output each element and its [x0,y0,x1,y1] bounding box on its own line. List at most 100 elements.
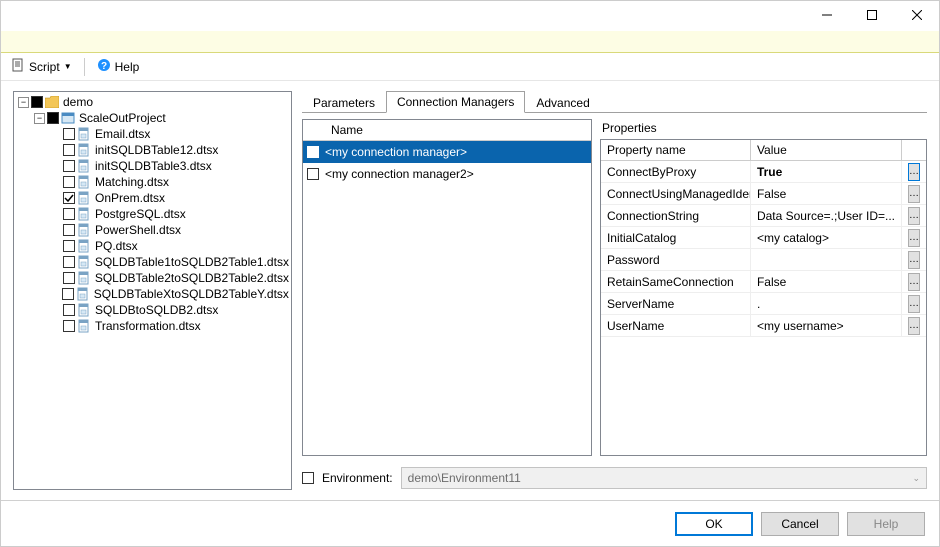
package-checkbox[interactable] [63,224,75,236]
checkbox-mixed[interactable] [31,96,43,108]
property-value-cell[interactable]: . [751,293,902,314]
collapse-toggle-icon[interactable]: − [34,113,45,124]
property-value-cell[interactable]: <my username> [751,315,902,336]
package-checkbox[interactable] [62,288,73,300]
cancel-button[interactable]: Cancel [761,512,839,536]
package-checkbox[interactable] [63,256,75,268]
tree-package-row[interactable]: PowerShell.dtsx [50,222,291,238]
toggle-spacer [50,321,61,332]
tab-strip: Parameters Connection Managers Advanced [302,91,927,113]
ellipsis-button[interactable]: … [908,207,920,225]
tree-package-row[interactable]: SQLDBTable1toSQLDB2Table1.dtsx [50,254,291,270]
collapse-toggle-icon[interactable]: − [18,97,29,108]
property-value-cell[interactable]: False [751,271,902,292]
property-name-cell: UserName [601,315,751,336]
package-checkbox[interactable] [63,272,75,284]
ellipsis-button[interactable]: … [908,317,920,335]
tree-package-row[interactable]: PQ.dtsx [50,238,291,254]
property-row[interactable]: Password… [601,249,926,271]
tree-package-row[interactable]: SQLDBTable2toSQLDB2Table2.dtsx [50,270,291,286]
package-icon [77,159,91,173]
toggle-spacer [50,161,61,172]
tree-item-label: initSQLDBTable3.dtsx [93,158,214,174]
checkbox-mixed[interactable] [47,112,59,124]
package-checkbox[interactable] [63,240,75,252]
package-checkbox[interactable] [63,144,75,156]
minimize-button[interactable] [804,1,849,29]
property-row[interactable]: ServerName.… [601,293,926,315]
property-value-cell[interactable]: Data Source=.;User ID=... [751,205,902,226]
tree-item-label: PQ.dtsx [93,238,140,254]
tree-package-row[interactable]: PostgreSQL.dtsx [50,206,291,222]
script-button[interactable]: Script ▼ [7,56,76,77]
toggle-spacer [50,257,61,268]
ellipsis-button[interactable]: … [908,251,920,269]
tree-root-row[interactable]: − demo [18,94,291,110]
property-row[interactable]: RetainSameConnectionFalse… [601,271,926,293]
toggle-spacer [50,305,61,316]
package-icon [77,319,91,333]
package-icon [77,255,91,269]
property-row[interactable]: ConnectionStringData Source=.;User ID=..… [601,205,926,227]
ellipsis-button[interactable]: … [908,163,920,181]
tree-package-row[interactable]: SQLDBtoSQLDB2.dtsx [50,302,291,318]
col-property-value[interactable]: Value [751,140,902,160]
connection-checkbox[interactable] [307,168,319,180]
package-icon [77,191,91,205]
maximize-button[interactable] [849,1,894,29]
package-checkbox[interactable] [63,160,75,172]
package-checkbox[interactable] [63,192,75,204]
property-row[interactable]: ConnectUsingManagedIdentityFalse… [601,183,926,205]
tree-package-row[interactable]: Matching.dtsx [50,174,291,190]
ok-button[interactable]: OK [675,512,753,536]
tree-package-row[interactable]: SQLDBTableXtoSQLDB2TableY.dtsx [50,286,291,302]
tree-package-row[interactable]: OnPrem.dtsx [50,190,291,206]
property-value-cell[interactable] [751,249,902,270]
tree-project-row[interactable]: − ScaleOutProject [34,110,291,126]
tab-connection-managers[interactable]: Connection Managers [386,91,525,113]
ellipsis-button[interactable]: … [908,185,920,203]
project-icon [61,111,75,125]
help-footer-button[interactable]: Help [847,512,925,536]
close-button[interactable] [894,1,939,29]
ellipsis-button[interactable]: … [908,273,920,291]
help-button[interactable]: ? Help [93,56,144,77]
tree-package-row[interactable]: initSQLDBTable3.dtsx [50,158,291,174]
dropdown-caret-icon: ▼ [64,62,72,71]
environment-checkbox[interactable] [302,472,314,484]
toggle-spacer [50,241,61,252]
properties-pane: Properties Property name Value ConnectBy… [600,119,927,456]
package-checkbox[interactable] [63,208,75,220]
environment-row: Environment: demo\Environment11 ⌄ [302,466,927,490]
connection-checkbox[interactable] [307,146,319,158]
connection-list-pane: Name <my connection manager><my connecti… [302,119,592,456]
connection-row[interactable]: <my connection manager> [303,141,591,163]
property-row[interactable]: InitialCatalog<my catalog>… [601,227,926,249]
connection-row[interactable]: <my connection manager2> [303,163,591,185]
tab-parameters[interactable]: Parameters [302,92,386,113]
package-icon [77,239,91,253]
property-row[interactable]: ConnectByProxyTrue… [601,161,926,183]
property-value-cell[interactable]: True [751,161,902,182]
property-value-cell[interactable]: <my catalog> [751,227,902,248]
tree-item-label: Email.dtsx [93,126,152,142]
tree-package-row[interactable]: Transformation.dtsx [50,318,291,334]
tree-item-label: PostgreSQL.dtsx [93,206,188,222]
environment-select[interactable]: demo\Environment11 ⌄ [401,467,927,489]
col-property-name[interactable]: Property name [601,140,751,160]
tree-package-row[interactable]: Email.dtsx [50,126,291,142]
property-action-cell: … [902,227,926,248]
tab-advanced[interactable]: Advanced [525,92,600,113]
package-checkbox[interactable] [63,304,75,316]
package-checkbox[interactable] [63,320,75,332]
tree-package-row[interactable]: initSQLDBTable12.dtsx [50,142,291,158]
package-checkbox[interactable] [63,176,75,188]
ellipsis-button[interactable]: … [908,295,920,313]
property-value-cell[interactable]: False [751,183,902,204]
package-checkbox[interactable] [63,128,75,140]
ellipsis-button[interactable]: … [908,229,920,247]
property-row[interactable]: UserName<my username> … [601,315,926,337]
property-name-cell: ConnectionString [601,205,751,226]
package-icon [77,127,91,141]
property-action-cell: … [902,183,926,204]
